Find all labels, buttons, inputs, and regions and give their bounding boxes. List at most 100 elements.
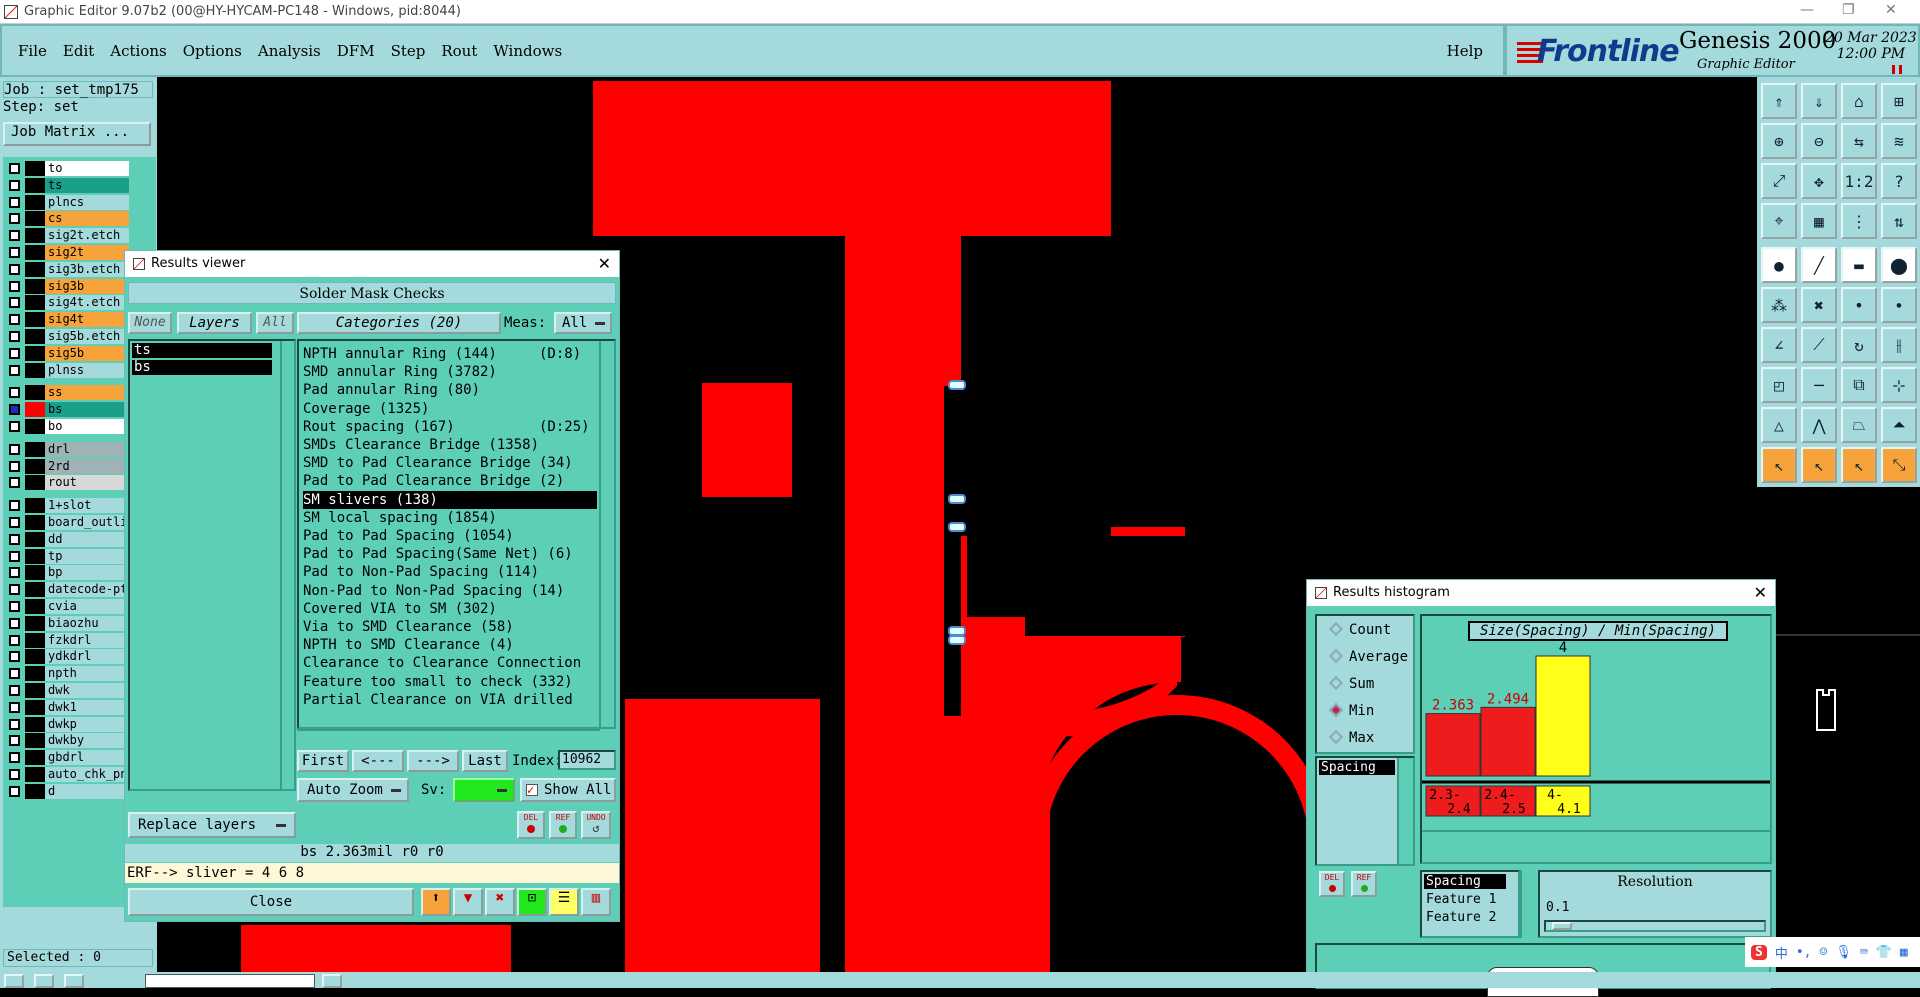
layer-row[interactable]: bs bbox=[7, 402, 129, 418]
sliver-marker[interactable] bbox=[948, 494, 966, 504]
help-icon[interactable]: ? bbox=[1881, 163, 1917, 199]
layer-row[interactable]: 1+slot bbox=[7, 498, 129, 514]
layer-name[interactable]: fzkdrl bbox=[45, 632, 129, 648]
center-icon[interactable]: ✥ bbox=[1801, 163, 1837, 199]
layer-color-swatch[interactable] bbox=[25, 211, 45, 227]
layer-row[interactable]: sig2t.etch bbox=[7, 228, 129, 244]
layer-color-swatch[interactable] bbox=[25, 385, 45, 401]
layer-checkbox[interactable] bbox=[9, 196, 20, 208]
del-icon[interactable]: DEL bbox=[1319, 871, 1345, 897]
layer-name[interactable]: npth bbox=[45, 666, 129, 682]
layer-name[interactable]: ydkdrl bbox=[45, 649, 129, 665]
meas-select[interactable]: All bbox=[554, 312, 612, 334]
layer-name[interactable]: sig3b.etch bbox=[45, 261, 129, 277]
menu-dfm[interactable]: DFM bbox=[337, 42, 375, 60]
scrollbar[interactable] bbox=[1520, 870, 1534, 938]
add-line-icon[interactable]: ╱ bbox=[1801, 247, 1837, 283]
split-line-icon[interactable]: ⫲ bbox=[1881, 327, 1917, 363]
feature-list[interactable]: Spacing Feature 1 Feature 2 bbox=[1420, 870, 1520, 938]
route-icon[interactable]: ⇅ bbox=[1881, 203, 1917, 239]
horizontal-scrollbar[interactable] bbox=[1422, 830, 1770, 842]
undo-icon[interactable]: UNDO ↺ bbox=[581, 811, 611, 839]
pad-icon[interactable]: ⬤ bbox=[1881, 247, 1917, 283]
layer-row[interactable]: plnss bbox=[7, 362, 129, 378]
layer-row[interactable]: sig2t bbox=[7, 245, 129, 260]
layer-color-swatch[interactable] bbox=[25, 733, 45, 749]
layer-checkbox[interactable] bbox=[9, 685, 20, 696]
category-item[interactable]: Pad to Pad Clearance Bridge (2) bbox=[303, 472, 597, 490]
next-button[interactable]: ---> bbox=[407, 750, 459, 772]
measure-list[interactable]: Spacing bbox=[1315, 756, 1415, 866]
ref-icon[interactable]: REF bbox=[549, 811, 577, 839]
layer-name[interactable]: datecode-pt bbox=[45, 582, 129, 598]
layer-checkbox[interactable] bbox=[9, 460, 20, 472]
move-icon[interactable]: ⤡ bbox=[1881, 447, 1917, 483]
clear-icon[interactable]: ✖ bbox=[485, 888, 515, 916]
layer-row[interactable]: dwk1 bbox=[7, 699, 129, 715]
scrollbar[interactable] bbox=[280, 341, 294, 789]
draw-icon[interactable]: ⟋ bbox=[1801, 327, 1837, 363]
layer-color-swatch[interactable] bbox=[25, 548, 45, 564]
grid-icon[interactable]: ▦ bbox=[1801, 203, 1837, 239]
category-item[interactable]: Partial Clearance on VIA drilled bbox=[303, 691, 597, 709]
layer-row[interactable]: dwkby bbox=[7, 733, 129, 749]
layer-color-swatch[interactable] bbox=[25, 531, 45, 547]
histogram-bar[interactable] bbox=[1535, 655, 1591, 777]
layer-row[interactable]: ss bbox=[7, 385, 129, 401]
layer-name[interactable]: plncs bbox=[45, 194, 129, 210]
punctuation-icon[interactable]: •, bbox=[1796, 945, 1812, 960]
layer-name[interactable]: 1+slot bbox=[45, 498, 129, 514]
list-item[interactable]: ts bbox=[132, 343, 272, 358]
category-item[interactable]: Via to SMD Clearance (58) bbox=[303, 618, 597, 636]
layer-color-swatch[interactable] bbox=[25, 177, 45, 193]
restore-icon[interactable]: ❐ bbox=[1842, 2, 1855, 18]
del-icon[interactable]: DEL bbox=[517, 811, 545, 839]
layer-checkbox[interactable] bbox=[9, 634, 20, 646]
category-item[interactable]: SMD annular Ring (3782) bbox=[303, 363, 597, 381]
layer-checkbox[interactable] bbox=[9, 517, 20, 528]
close-icon[interactable]: ✕ bbox=[598, 251, 611, 277]
layer-checkbox[interactable] bbox=[9, 179, 20, 191]
layer-color-swatch[interactable] bbox=[25, 362, 45, 378]
histogram-bar[interactable] bbox=[1425, 713, 1481, 777]
category-item[interactable]: Pad to Non-Pad Spacing (114) bbox=[303, 563, 597, 581]
measure-icon[interactable]: ▬ bbox=[1841, 247, 1877, 283]
layer-checkbox[interactable] bbox=[9, 347, 20, 359]
menu-windows[interactable]: Windows bbox=[493, 42, 562, 60]
home-icon[interactable]: ⌂ bbox=[1841, 83, 1877, 119]
ime-toolbar[interactable]: S 中 •, ☺ 🎙 ⌨ 👕 ▦ bbox=[1745, 937, 1920, 967]
menu-analysis[interactable]: Analysis bbox=[258, 42, 321, 60]
menu-file[interactable]: File bbox=[18, 42, 47, 60]
point-icon[interactable]: ∙ bbox=[1881, 287, 1917, 323]
layer-name[interactable]: plnss bbox=[45, 362, 129, 378]
radio-sum[interactable]: Sum bbox=[1328, 675, 1374, 692]
layer-row[interactable]: sig3b.etch bbox=[7, 261, 129, 277]
category-item[interactable]: NPTH annular Ring (144) (D:8) bbox=[303, 345, 597, 363]
show-all-toggle[interactable]: ✓ Show All bbox=[520, 778, 616, 802]
layer-name[interactable]: drl bbox=[45, 441, 129, 457]
layer-color-swatch[interactable] bbox=[25, 295, 45, 311]
close-icon[interactable]: ✕ bbox=[1754, 580, 1767, 606]
arrow-up-icon[interactable]: ⬆ bbox=[421, 888, 451, 916]
menu-rout[interactable]: Rout bbox=[441, 42, 477, 60]
layer-name[interactable]: auto_chk_pn bbox=[45, 767, 129, 782]
mic-icon[interactable]: 🎙 bbox=[1835, 945, 1852, 960]
layer-color-swatch[interactable] bbox=[25, 345, 45, 361]
layer-checkbox[interactable] bbox=[9, 314, 20, 326]
zoom-icon[interactable]: ⊡ bbox=[517, 888, 547, 916]
layer-row[interactable]: dwk bbox=[7, 683, 129, 698]
layer-row[interactable]: bp bbox=[7, 565, 129, 581]
layer-color-swatch[interactable] bbox=[25, 194, 45, 210]
layer-color-swatch[interactable] bbox=[25, 565, 45, 581]
layer-checkbox[interactable] bbox=[9, 567, 20, 579]
line-point-icon[interactable]: • bbox=[1841, 287, 1877, 323]
histogram-bar[interactable] bbox=[1480, 706, 1536, 777]
layer-checkbox[interactable] bbox=[9, 477, 20, 489]
bottom-tool-icon[interactable] bbox=[64, 974, 84, 988]
list-item[interactable]: Spacing bbox=[1319, 760, 1395, 775]
slider-thumb[interactable] bbox=[1552, 922, 1572, 930]
layer-name[interactable]: gbdrl bbox=[45, 750, 129, 766]
layer-row[interactable]: dd bbox=[7, 531, 129, 547]
arrow-down-icon[interactable]: ▼ bbox=[453, 888, 483, 916]
layer-color-swatch[interactable] bbox=[25, 278, 45, 294]
